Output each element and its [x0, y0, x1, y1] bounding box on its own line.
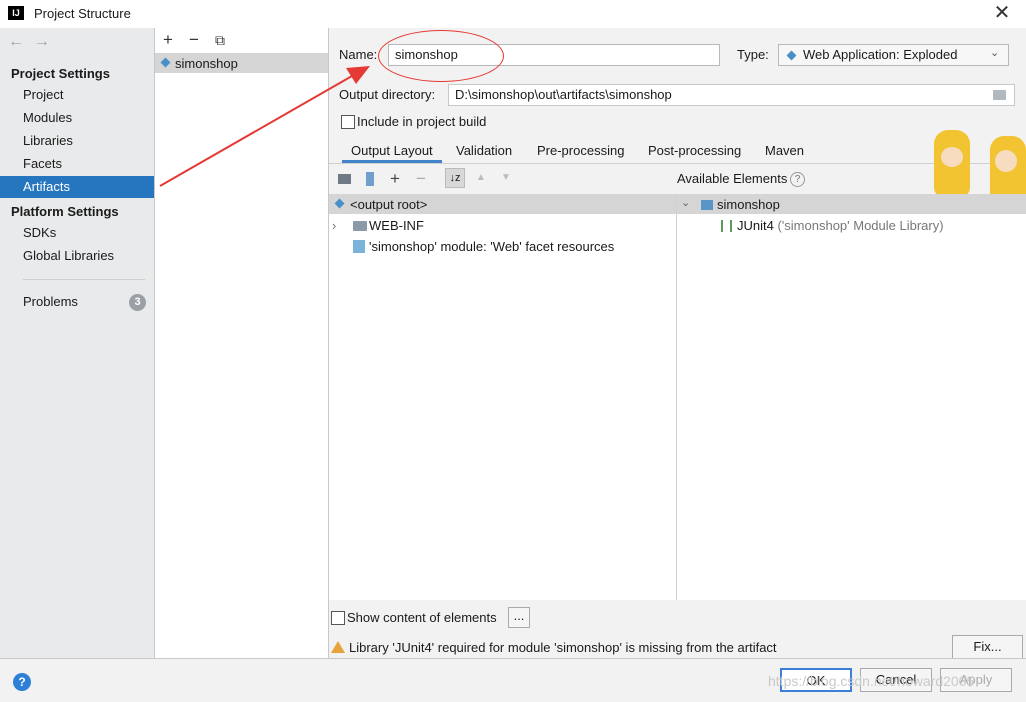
annotation-arrow: [159, 66, 370, 187]
